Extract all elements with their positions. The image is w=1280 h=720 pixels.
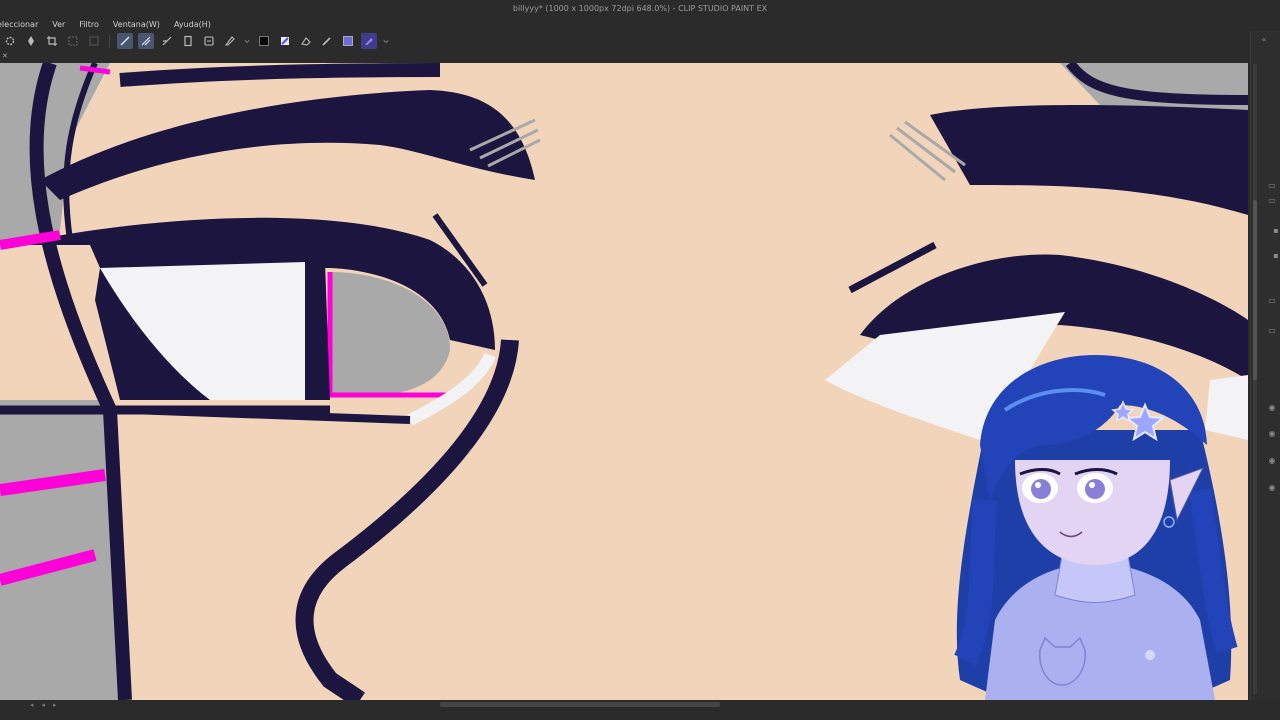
move-layer-icon[interactable] bbox=[23, 33, 39, 49]
eye-icon[interactable]: ◉ bbox=[1267, 456, 1277, 466]
window-title: billyyy* (1000 x 1000px 72dpi 648.0%) - … bbox=[0, 0, 1280, 17]
command-bar bbox=[0, 31, 1280, 51]
toolbar-separator bbox=[109, 34, 110, 48]
lasso-icon[interactable] bbox=[86, 33, 102, 49]
eye-icon[interactable]: ◉ bbox=[1267, 429, 1277, 439]
crop-icon[interactable] bbox=[44, 33, 60, 49]
select-icon[interactable] bbox=[65, 33, 81, 49]
panel-icon[interactable]: ▭ bbox=[1267, 196, 1277, 206]
arrow-icon[interactable]: ▸ bbox=[53, 701, 57, 709]
pen-tool-icon[interactable] bbox=[222, 33, 238, 49]
menu-bar: eleccionar Ver Filtro Ventana(W) Ayuda(H… bbox=[0, 17, 1280, 31]
pen-line-icon[interactable] bbox=[117, 33, 133, 49]
panel-icon[interactable]: ▭ bbox=[1267, 296, 1277, 306]
vector-pen-icon[interactable] bbox=[361, 33, 377, 49]
hair-shape-left bbox=[0, 63, 110, 240]
horizontal-scrollbar[interactable] bbox=[440, 702, 720, 707]
paw-print-icon bbox=[1145, 650, 1156, 660]
left-eyebrow bbox=[40, 90, 535, 200]
brush-icon[interactable] bbox=[319, 33, 335, 49]
avatar-iris bbox=[1031, 479, 1051, 499]
chevron-down-icon[interactable] bbox=[243, 33, 251, 49]
navigator-controls: ◂ ◂ ▸ bbox=[30, 701, 57, 709]
menu-help[interactable]: Ayuda(H) bbox=[174, 20, 211, 29]
fill-icon[interactable] bbox=[277, 33, 293, 49]
eraser-icon[interactable] bbox=[298, 33, 314, 49]
ruler-icon[interactable] bbox=[159, 33, 175, 49]
panel-collapse-icon[interactable]: « bbox=[1259, 35, 1269, 45]
vertical-scroll-thumb[interactable] bbox=[1253, 200, 1257, 380]
menu-view[interactable]: Ver bbox=[52, 20, 65, 29]
streamer-avatar bbox=[954, 355, 1238, 700]
close-icon[interactable]: ✕ bbox=[2, 52, 8, 60]
tool-property-bar bbox=[0, 51, 1250, 63]
left-lower-lid bbox=[129, 406, 411, 424]
eye-icon[interactable]: ◉ bbox=[1267, 483, 1277, 493]
avatar-eye-shine bbox=[1035, 482, 1041, 488]
panel-icon[interactable]: ▭ bbox=[1267, 326, 1277, 336]
settings-gear-icon[interactable] bbox=[2, 33, 18, 49]
lash-stroke bbox=[848, 241, 937, 294]
left-pupil-edge bbox=[305, 262, 330, 400]
main-color-swatch[interactable] bbox=[256, 33, 272, 49]
hair-shape-lower bbox=[0, 400, 120, 700]
layer-icon[interactable] bbox=[180, 33, 196, 49]
menu-select[interactable]: eleccionar bbox=[0, 20, 38, 29]
gradient-icon[interactable] bbox=[340, 33, 356, 49]
right-eyebrow bbox=[930, 105, 1248, 215]
brow-top bbox=[119, 63, 441, 87]
avatar-eye-shine bbox=[1089, 482, 1095, 488]
eye-icon[interactable]: ◉ bbox=[1267, 403, 1277, 413]
chevron-down-icon[interactable] bbox=[382, 33, 390, 49]
pen-alt-icon[interactable] bbox=[138, 33, 154, 49]
avatar-iris bbox=[1085, 479, 1105, 499]
arrow-icon[interactable]: ◂ bbox=[30, 701, 34, 709]
clip-studio-window: billyyy* (1000 x 1000px 72dpi 648.0%) - … bbox=[0, 0, 1280, 720]
menu-filter[interactable]: Filtro bbox=[79, 20, 99, 29]
panel-icon[interactable]: ▪ bbox=[1271, 226, 1280, 236]
menu-window[interactable]: Ventana(W) bbox=[113, 20, 160, 29]
arrow-icon[interactable]: ◂ bbox=[42, 701, 46, 709]
panel-icon[interactable]: ▭ bbox=[1267, 181, 1277, 191]
reference-icon[interactable] bbox=[201, 33, 217, 49]
panel-icon[interactable]: ▪ bbox=[1271, 251, 1280, 261]
